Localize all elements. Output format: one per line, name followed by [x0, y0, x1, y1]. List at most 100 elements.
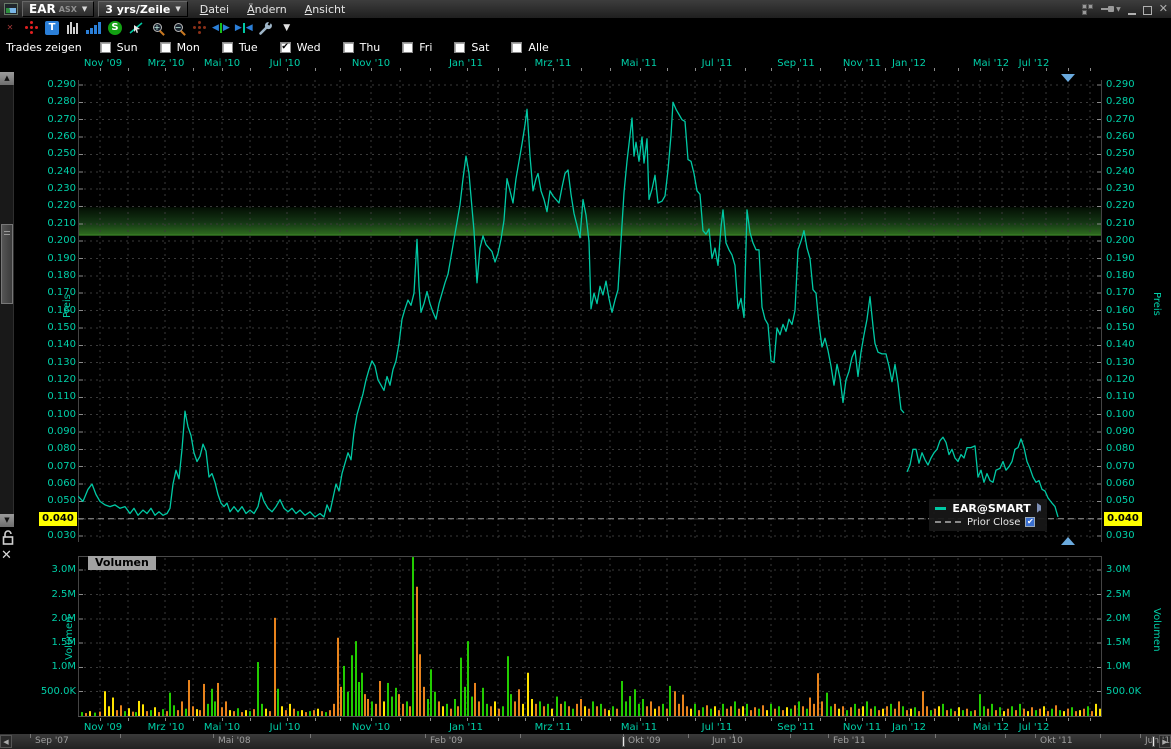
date-axis-tick — [845, 718, 846, 721]
day-label: Alle — [528, 41, 548, 54]
legend-series-row[interactable]: EAR@SMART — [935, 501, 1041, 515]
volume-histogram-icon[interactable] — [86, 20, 102, 36]
minimize-icon[interactable] — [1128, 13, 1136, 15]
price-tick-label: 0.290 — [30, 79, 76, 91]
pin-window-icon[interactable]: ▼ — [1101, 6, 1121, 13]
maximize-icon[interactable] — [1143, 6, 1152, 15]
timeline-tick — [1100, 734, 1101, 738]
range-marker-bottom-icon[interactable] — [1061, 537, 1075, 545]
menu-datei[interactable]: Datei — [200, 3, 229, 16]
date-axis-tick — [165, 718, 166, 721]
checkbox-unchecked-icon[interactable] — [222, 42, 233, 53]
price-tick-label: 0.140 — [30, 339, 76, 351]
checkbox-unchecked-icon[interactable] — [454, 42, 465, 53]
volume-tick-label: 1.0M — [1106, 661, 1156, 673]
checkbox-unchecked-icon[interactable] — [511, 42, 522, 53]
day-checkbox-fri[interactable]: Fri — [402, 41, 432, 54]
timeline-tick — [828, 734, 829, 738]
menu-ansicht[interactable]: Ansicht — [305, 3, 346, 16]
price-scrollbar-thumb[interactable] — [1, 224, 13, 304]
history-timeline-scrollbar[interactable]: ◀ ▶ Sep '07Mai '08Feb '09Okt '09Jun '10F… — [0, 734, 1171, 749]
price-tick-label: 0.070 — [1106, 461, 1156, 473]
price-chart[interactable] — [78, 72, 1102, 550]
day-checkbox-alle[interactable]: Alle — [511, 41, 548, 54]
day-checkbox-mon[interactable]: Mon — [160, 41, 200, 54]
price-tick-label: 0.240 — [30, 166, 76, 178]
quote-source-icon[interactable]: S — [107, 20, 123, 36]
timeline-range-handle[interactable] — [622, 736, 625, 747]
zoom-in-icon[interactable]: + — [149, 20, 165, 36]
menu-bar: Datei Ändern Ansicht — [200, 3, 364, 16]
timeline-date-label: Feb '09 — [430, 736, 463, 746]
menu-andern[interactable]: Ändern — [247, 3, 287, 16]
expand-horizontal-icon[interactable]: ◀▶ — [212, 20, 230, 36]
day-checkbox-sat[interactable]: Sat — [454, 41, 489, 54]
wrench-settings-icon[interactable] — [258, 20, 274, 36]
zoom-out-icon[interactable]: − — [170, 20, 186, 36]
checkbox-unchecked-icon[interactable] — [100, 42, 111, 53]
price-tick-label: 0.100 — [1106, 409, 1156, 421]
unlock-icon[interactable] — [2, 530, 14, 545]
month-label: Jul '11 — [687, 58, 747, 69]
date-axis-tick — [667, 718, 668, 721]
close-volume-pane-icon[interactable]: ✕ — [1, 548, 12, 563]
checkbox-checked-icon[interactable]: ✔ — [280, 42, 291, 53]
trendline-tool-icon[interactable] — [128, 20, 144, 36]
price-tick-label: 0.230 — [30, 183, 76, 195]
period-dropdown[interactable]: 3 yrs/Zeile ▼ — [98, 1, 187, 17]
date-axis-tick — [315, 68, 316, 71]
scroll-down-button[interactable]: ▼ — [0, 514, 14, 527]
layout-blocks-icon[interactable] — [1082, 4, 1093, 15]
date-axis-tick — [498, 68, 499, 71]
day-checkbox-tue[interactable]: Tue — [222, 41, 258, 54]
timeline-left-arrow[interactable]: ◀ — [0, 735, 12, 748]
timeline-tick — [425, 734, 426, 738]
day-checkbox-thu[interactable]: Thu — [343, 41, 381, 54]
price-tick-label: 0.030 — [1106, 530, 1156, 542]
volume-tick-label: 3.0M — [1106, 564, 1156, 576]
last-price-tag-right: 0.040 — [1104, 512, 1142, 526]
symbol-dropdown[interactable]: EAR ASX ▼ — [22, 1, 94, 17]
prior-close-checkbox[interactable]: ✔ — [1025, 517, 1035, 527]
more-tools-dropdown-icon[interactable]: ▼ — [279, 20, 295, 36]
checkbox-unchecked-icon[interactable] — [160, 42, 171, 53]
month-label: Nov '09 — [73, 58, 133, 69]
ohlc-bars-icon[interactable] — [65, 20, 81, 36]
timeline-date-label: Feb '11 — [833, 736, 866, 746]
price-tick-label: 0.150 — [30, 322, 76, 334]
crosshair-cursor-icon[interactable] — [191, 20, 207, 36]
timeline-tick — [120, 734, 121, 738]
volume-tick-label: 1.0M — [30, 661, 76, 673]
day-checkbox-sun[interactable]: Sun — [100, 41, 138, 54]
price-tick-label: 0.260 — [1106, 131, 1156, 143]
timeline-tick — [520, 734, 521, 738]
price-tick-label: 0.140 — [1106, 339, 1156, 351]
last-price-tag-left: 0.040 — [39, 512, 77, 526]
top-date-axis: Nov '09Mrz '10Mai '10Jul '10Nov '10Jan '… — [0, 57, 1171, 72]
timeline-date-label: Sep '07 — [35, 736, 69, 746]
timeline-range-handle[interactable] — [1152, 736, 1155, 747]
price-tick-label: 0.180 — [30, 270, 76, 282]
text-tool-icon[interactable]: T — [44, 20, 60, 36]
symbol-label: EAR — [29, 2, 56, 16]
left-volume-axis-title: Volumen — [64, 616, 75, 660]
day-label: Mon — [177, 41, 200, 54]
checkbox-unchecked-icon[interactable] — [402, 42, 413, 53]
volume-chart[interactable] — [78, 556, 1102, 718]
compress-horizontal-icon[interactable]: ▶◀ — [235, 20, 253, 36]
remove-study-icon[interactable]: ✕ — [2, 20, 18, 36]
day-checkbox-wed[interactable]: ✔Wed — [280, 41, 321, 54]
scroll-up-button[interactable]: ▲ — [0, 72, 14, 85]
range-marker-top-icon[interactable] — [1061, 74, 1075, 82]
toolbar: ✕ T S +− ◀▶ ▶◀ ▼ — [0, 18, 1171, 37]
timeline-tick — [310, 734, 311, 738]
date-axis-tick — [287, 718, 288, 721]
checkbox-unchecked-icon[interactable] — [343, 42, 354, 53]
close-icon[interactable]: ✕ — [1159, 1, 1168, 17]
price-tick-label: 0.090 — [30, 426, 76, 438]
red-crosshair-points-icon[interactable] — [23, 20, 39, 36]
date-axis-tick — [498, 718, 499, 721]
title-bar: EAR ASX ▼ 3 yrs/Zeile ▼ Datei Ändern Ansic… — [0, 0, 1171, 18]
bottom-date-axis: Nov '09Mrz '10Mai '10Jul '10Nov '10Jan '… — [0, 718, 1171, 733]
date-axis-tick — [193, 718, 194, 721]
